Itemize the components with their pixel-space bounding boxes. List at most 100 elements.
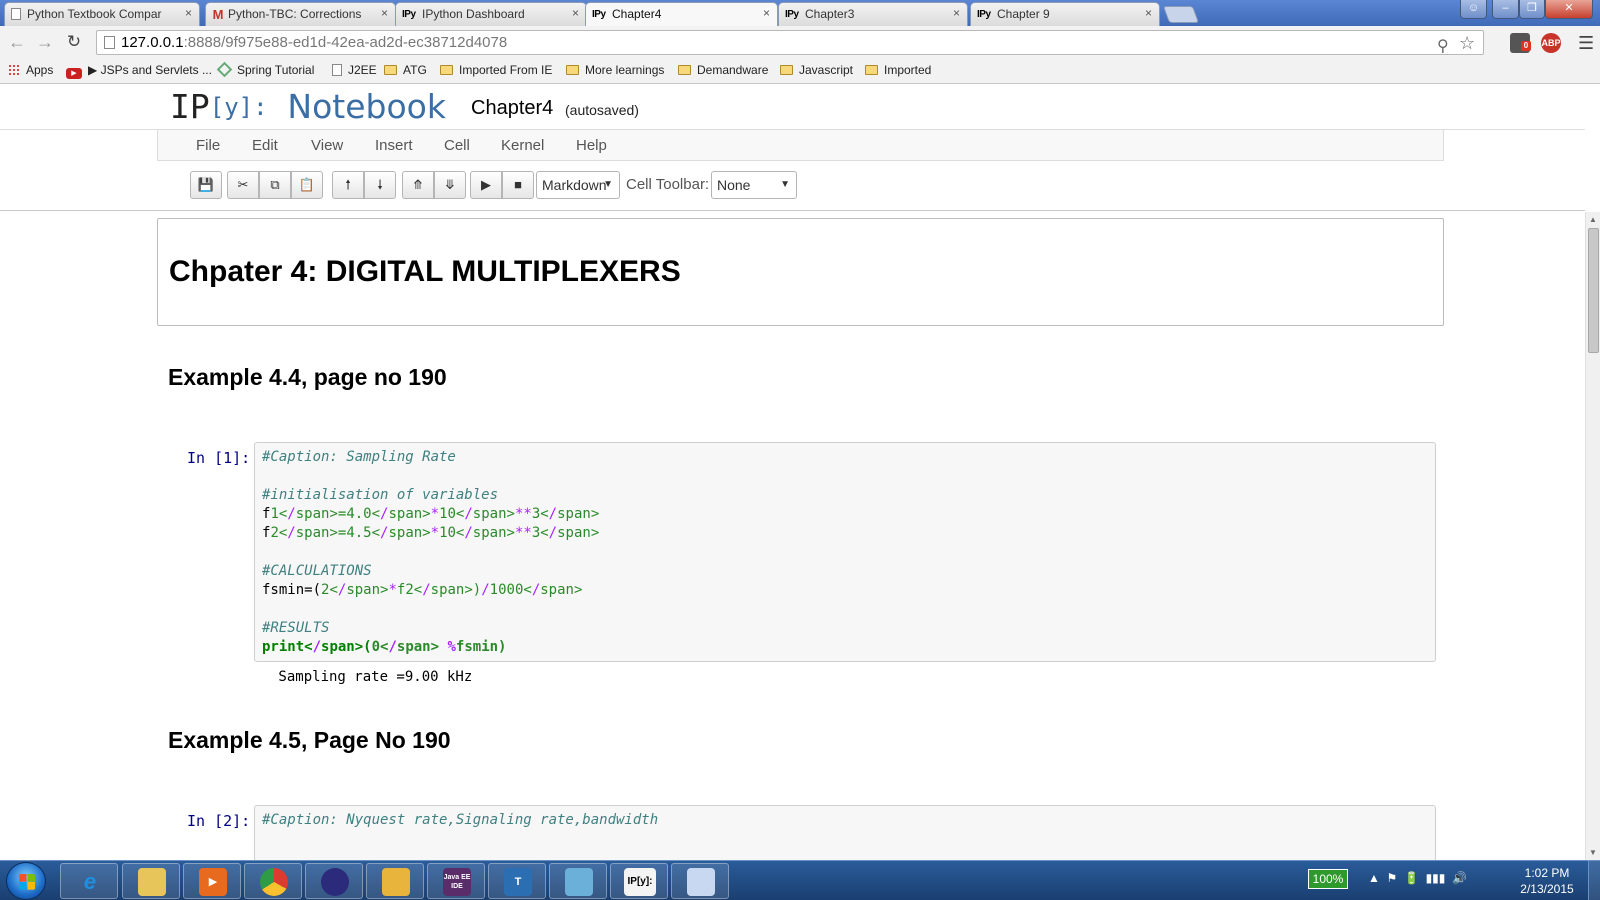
taskbar-app-button[interactable] <box>244 863 302 899</box>
ipython-logo[interactable]: IP[y]: Notebook <box>170 87 446 126</box>
code-cell-1[interactable]: #Caption: Sampling Rate #initialisation … <box>254 442 1436 662</box>
taskbar-app-button[interactable]: ▶ <box>183 863 241 899</box>
close-icon[interactable]: × <box>1145 6 1152 20</box>
insert-below-icon[interactable]: ⤋ <box>434 171 466 199</box>
scroll-down-icon[interactable]: ▼ <box>1589 848 1597 857</box>
bookmark-demandware[interactable]: Demandware <box>678 63 768 77</box>
new-tab-button[interactable] <box>1162 6 1200 23</box>
move-down-icon[interactable]: 🠗 <box>364 171 396 199</box>
menu-view[interactable]: View <box>311 137 343 154</box>
bookmark-more-learnings[interactable]: More learnings <box>566 63 664 77</box>
media-player-icon: ▶ <box>199 868 227 896</box>
back-arrow-icon[interactable]: ← <box>6 31 28 53</box>
user-profile-icon[interactable]: ☺ <box>1460 0 1487 19</box>
bookmark-javascript[interactable]: Javascript <box>780 63 853 77</box>
markdown-cell-selected[interactable]: Chpater 4: DIGITAL MULTIPLEXERS <box>157 218 1444 326</box>
chapter-title: Chpater 4: DIGITAL MULTIPLEXERS <box>169 255 681 288</box>
taskbar-app-button[interactable] <box>366 863 424 899</box>
menu-insert[interactable]: Insert <box>375 137 413 154</box>
adblock-plus-icon[interactable]: ABP <box>1541 33 1561 53</box>
bookmark-atg[interactable]: ATG <box>384 63 427 77</box>
move-up-icon[interactable]: 🠕 <box>332 171 364 199</box>
cell-toolbar-select[interactable]: None ▼ <box>711 171 797 199</box>
run-icon[interactable]: ▶ <box>470 171 502 199</box>
bookmark-imported[interactable]: Imported <box>865 63 931 77</box>
ipython-header: IP[y]: Notebook Chapter4 (autosaved) <box>0 85 1585 130</box>
code-editor[interactable]: #Caption: Sampling Rate #initialisation … <box>255 443 1435 657</box>
taskbar-app-button[interactable]: IP[y]: <box>610 863 668 899</box>
battery-indicator[interactable]: 100% <box>1308 869 1348 889</box>
taskbar-app-button[interactable] <box>305 863 363 899</box>
close-icon[interactable]: × <box>185 6 192 20</box>
stop-icon[interactable]: ■ <box>502 171 534 199</box>
taskbar-app-button[interactable]: e <box>60 863 118 899</box>
tab-chapter4[interactable]: IPy Chapter4 × <box>585 2 778 26</box>
bookmark-spring-tutorial[interactable]: Spring Tutorial <box>216 61 314 78</box>
start-button[interactable] <box>6 862 46 900</box>
tab-python-textbook[interactable]: Python Textbook Compar × <box>4 2 200 26</box>
system-clock[interactable]: 1:02 PM 2/13/2015 <box>1512 865 1582 897</box>
system-tray[interactable]: ▲ ⚑ 🔋 ▮▮▮ 🔊 <box>1368 871 1467 885</box>
code-cell-2[interactable]: #Caption: Nyquest rate,Signaling rate,ba… <box>254 805 1436 860</box>
scrollbar-thumb[interactable] <box>1588 228 1599 353</box>
bookmark-imported-from-ie[interactable]: Imported From IE <box>440 63 552 77</box>
restore-icon[interactable]: ❐ <box>1519 0 1545 19</box>
scroll-up-icon[interactable]: ▲ <box>1589 215 1597 224</box>
tab-chapter3[interactable]: IPy Chapter3 × <box>778 2 968 26</box>
browser-tab-strip: Python Textbook Compar × M Python-TBC: C… <box>0 0 1600 26</box>
taskbar-app-button[interactable] <box>549 863 607 899</box>
taskbar-app-button[interactable]: Java EE IDE <box>427 863 485 899</box>
cell-type-select[interactable]: Markdown ▼ <box>536 171 620 199</box>
reload-icon[interactable]: ↻ <box>63 31 85 53</box>
menu-edit[interactable]: Edit <box>252 137 278 154</box>
code-editor[interactable]: #Caption: Nyquest rate,Signaling rate,ba… <box>255 806 1435 830</box>
input-prompt: In [1]: <box>187 449 251 467</box>
browser-menu-icon[interactable]: ☰ <box>1578 33 1594 54</box>
code-line: print</span>(0</span> %fsmin) <box>262 639 507 655</box>
cell-toolbar-label: Cell Toolbar: <box>626 176 710 193</box>
show-desktop-button[interactable] <box>1588 861 1600 900</box>
close-icon[interactable]: × <box>572 6 579 20</box>
address-bar[interactable]: 127.0.0.1:8888/9f975e88-ed1d-42ea-ad2d-e… <box>96 30 1484 55</box>
taskbar-app-button[interactable] <box>122 863 180 899</box>
input-prompt: In [2]: <box>187 812 251 830</box>
ipython-icon: IP[y]: <box>624 868 656 896</box>
zoom-icon[interactable]: ⚲ <box>1437 35 1449 58</box>
bookmark-apps[interactable]: Apps <box>8 63 53 77</box>
windows-logo-icon <box>19 874 35 890</box>
menu-cell[interactable]: Cell <box>444 137 470 154</box>
tab-ipython-dashboard[interactable]: IPy IPython Dashboard × <box>395 2 587 26</box>
notebook-name[interactable]: Chapter4 <box>471 97 553 120</box>
tab-chapter9[interactable]: IPy Chapter 9 × <box>970 2 1160 26</box>
close-icon[interactable]: × <box>381 6 388 20</box>
bookmark-star-icon[interactable]: ☆ <box>1459 32 1475 55</box>
bookmark-j2ee[interactable]: J2EE <box>332 63 377 77</box>
paste-icon[interactable]: 📋 <box>291 171 323 199</box>
cut-icon[interactable]: ✂ <box>227 171 259 199</box>
save-icon[interactable]: 💾 <box>190 171 222 199</box>
page-scrollbar[interactable]: ▲ ▼ <box>1585 212 1600 860</box>
close-icon[interactable]: × <box>953 6 960 20</box>
bookmark-jsps-servlets[interactable]: ▶ ▶ JSPs and Servlets ... <box>66 63 212 79</box>
taskbar-app-button[interactable]: T <box>488 863 546 899</box>
menu-help[interactable]: Help <box>576 137 607 154</box>
notebook-content[interactable]: Chpater 4: DIGITAL MULTIPLEXERS Example … <box>0 212 1585 860</box>
youtube-icon: ▶ <box>66 68 82 79</box>
autosave-status: (autosaved) <box>565 102 639 118</box>
insert-above-icon[interactable]: ⤊ <box>402 171 434 199</box>
forward-arrow-icon[interactable]: → <box>34 31 56 53</box>
taskbar-app-button[interactable] <box>671 863 729 899</box>
copy-icon[interactable]: ⧉ <box>259 171 291 199</box>
menu-file[interactable]: File <box>196 137 220 154</box>
minimize-icon[interactable]: – <box>1492 0 1519 19</box>
extension-icon[interactable]: 0 <box>1510 33 1531 53</box>
close-icon[interactable]: × <box>763 6 770 20</box>
menu-kernel[interactable]: Kernel <box>501 137 544 154</box>
window-close-icon[interactable]: ✕ <box>1545 0 1593 19</box>
notebook-menubar: File Edit View Insert Cell Kernel Help <box>157 130 1444 161</box>
internet-explorer-icon: e <box>83 869 97 894</box>
notebook-toolbar: 💾 ✂ ⧉ 📋 🠕 🠗 ⤊ ⤋ ▶ ■ Markdown ▼ Cell Tool… <box>0 161 1585 211</box>
example-4-5-heading: Example 4.5, Page No 190 <box>168 727 451 753</box>
code-line: f1</span>=4.0</span>*10</span>**3</span> <box>262 506 600 522</box>
tab-python-tbc[interactable]: M Python-TBC: Corrections × <box>205 2 396 26</box>
